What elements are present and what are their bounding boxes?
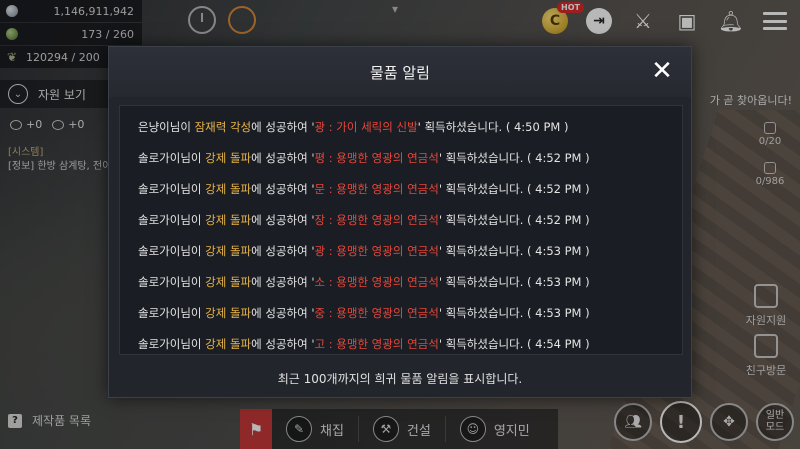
message-skill: 강제 돌파 — [205, 151, 252, 165]
message-post: ' 획득하셨습니다. ( 4:53 PM ) — [438, 275, 590, 289]
message-pre: 님이 — [180, 244, 206, 258]
message-post: ' 획득하셨습니다. ( 4:54 PM ) — [438, 337, 590, 351]
modal-title: 물품 알림 — [370, 63, 430, 82]
list-item: 솔로가이님이 강제 돌파에 성공하여 '소 : 용맹한 영광의 연금석' 획득하… — [120, 267, 682, 298]
notification-list[interactable]: 은냥이님이 잠재력 각성에 성공하여 '광 : 가이 세릭의 신발' 획득하셨습… — [119, 105, 683, 355]
message-skill: 강제 돌파 — [205, 306, 252, 320]
message-skill: 강제 돌파 — [205, 213, 252, 227]
message-mid: 에 성공하여 ' — [251, 120, 315, 134]
message-pre: 님이 — [180, 306, 206, 320]
message-item: 문 : 용맹한 영광의 연금석 — [314, 182, 439, 196]
message-mid: 에 성공하여 ' — [251, 213, 315, 227]
message-user: 솔로가이 — [138, 275, 181, 289]
list-item: 솔로가이님이 강제 돌파에 성공하여 '광 : 용맹한 영광의 연금석' 획득하… — [120, 236, 682, 267]
message-item: 광 : 용맹한 영광의 연금석 — [314, 244, 439, 258]
message-pre: 님이 — [180, 182, 206, 196]
list-item: 솔로가이님이 강제 돌파에 성공하여 '장 : 용맹한 영광의 연금석' 획득하… — [120, 205, 682, 236]
message-post: ' 획득하셨습니다. ( 4:53 PM ) — [438, 244, 590, 258]
message-mid: 에 성공하여 ' — [251, 306, 315, 320]
list-item: 솔로가이님이 강제 돌파에 성공하여 '중 : 용맹한 영광의 연금석' 획득하… — [120, 298, 682, 329]
message-post: ' 획득하셨습니다. ( 4:52 PM ) — [438, 182, 590, 196]
list-item: 솔로가이님이 강제 돌파에 성공하여 '평 : 용맹한 영광의 연금석' 획득하… — [120, 143, 682, 174]
message-skill: 강제 돌파 — [205, 337, 252, 351]
message-post: ' 획득하셨습니다. ( 4:52 PM ) — [438, 151, 590, 165]
message-item: 광 : 가이 세릭의 신발 — [314, 120, 418, 134]
message-pre: 님이 — [180, 275, 206, 289]
list-item: 은냥이님이 잠재력 각성에 성공하여 '광 : 가이 세릭의 신발' 획득하셨습… — [120, 112, 682, 143]
message-item: 장 : 용맹한 영광의 연금석 — [314, 213, 439, 227]
item-notification-modal: 물품 알림 ✕ 은냥이님이 잠재력 각성에 성공하여 '광 : 가이 세릭의 신… — [108, 46, 692, 398]
message-post: ' 획득하셨습니다. ( 4:50 PM ) — [417, 120, 569, 134]
message-skill: 잠재력 각성 — [194, 120, 252, 134]
message-item: 평 : 용맹한 영광의 연금석 — [314, 151, 439, 165]
message-user: 솔로가이 — [138, 182, 181, 196]
message-mid: 에 성공하여 ' — [251, 337, 315, 351]
modal-footer-note: 최근 100개까지의 희귀 물품 알림을 표시합니다. — [277, 371, 523, 386]
message-user: 솔로가이 — [138, 337, 181, 351]
message-user: 은냥이 — [138, 120, 170, 134]
message-skill: 강제 돌파 — [205, 244, 252, 258]
message-user: 솔로가이 — [138, 244, 181, 258]
message-post: ' 획득하셨습니다. ( 4:52 PM ) — [438, 213, 590, 227]
message-pre: 님이 — [180, 213, 206, 227]
message-mid: 에 성공하여 ' — [251, 182, 315, 196]
list-item: 솔로가이님이 강제 돌파에 성공하여 '문 : 용맹한 영광의 연금석' 획득하… — [120, 174, 682, 205]
message-user: 솔로가이 — [138, 213, 181, 227]
message-post: ' 획득하셨습니다. ( 4:53 PM ) — [438, 306, 590, 320]
message-mid: 에 성공하여 ' — [251, 275, 315, 289]
message-pre: 님이 — [180, 337, 206, 351]
message-mid: 에 성공하여 ' — [251, 151, 315, 165]
message-user: 솔로가이 — [138, 306, 181, 320]
message-pre: 님이 — [169, 120, 195, 134]
message-pre: 님이 — [180, 151, 206, 165]
modal-header: 물품 알림 ✕ — [109, 47, 691, 97]
message-mid: 에 성공하여 ' — [251, 244, 315, 258]
message-item: 고 : 용맹한 영광의 연금석 — [314, 337, 439, 351]
list-item: 솔로가이님이 강제 돌파에 성공하여 '고 : 용맹한 영광의 연금석' 획득하… — [120, 329, 682, 360]
message-item: 소 : 용맹한 영광의 연금석 — [314, 275, 439, 289]
message-skill: 강제 돌파 — [205, 275, 252, 289]
message-skill: 강제 돌파 — [205, 182, 252, 196]
message-user: 솔로가이 — [138, 151, 181, 165]
close-icon[interactable]: ✕ — [649, 58, 675, 85]
message-item: 중 : 용맹한 영광의 연금석 — [314, 306, 439, 320]
